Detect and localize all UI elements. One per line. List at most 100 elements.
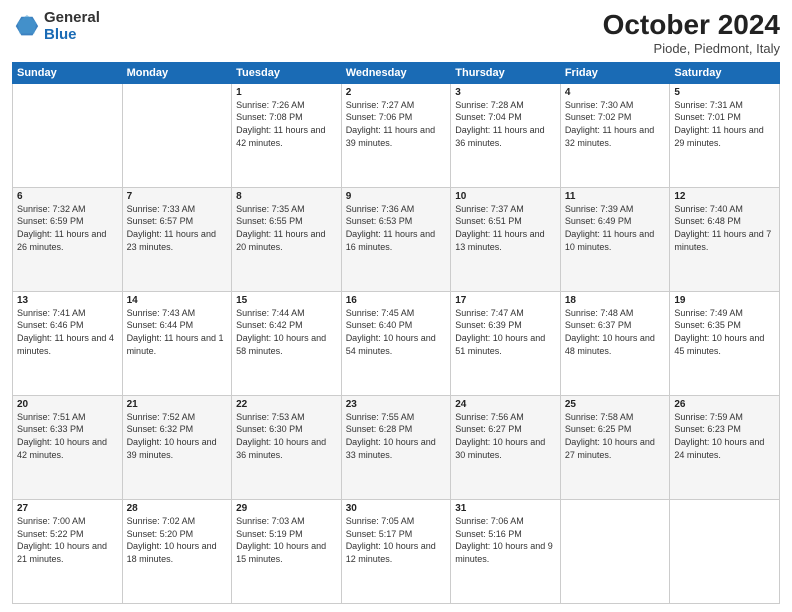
calendar-week-row: 6Sunrise: 7:32 AM Sunset: 6:59 PM Daylig… — [13, 187, 780, 291]
day-info: Sunrise: 7:47 AM Sunset: 6:39 PM Dayligh… — [455, 307, 556, 357]
day-number: 18 — [565, 295, 666, 306]
day-number: 3 — [455, 87, 556, 98]
calendar-day-cell: 26Sunrise: 7:59 AM Sunset: 6:23 PM Dayli… — [670, 395, 780, 499]
day-info: Sunrise: 7:49 AM Sunset: 6:35 PM Dayligh… — [674, 307, 775, 357]
calendar-day-header: Tuesday — [232, 62, 342, 83]
calendar-day-cell — [13, 83, 123, 187]
day-number: 4 — [565, 87, 666, 98]
calendar-day-cell — [560, 499, 670, 603]
day-number: 8 — [236, 191, 337, 202]
day-number: 15 — [236, 295, 337, 306]
calendar-week-row: 20Sunrise: 7:51 AM Sunset: 6:33 PM Dayli… — [13, 395, 780, 499]
calendar-day-cell: 5Sunrise: 7:31 AM Sunset: 7:01 PM Daylig… — [670, 83, 780, 187]
calendar-week-row: 1Sunrise: 7:26 AM Sunset: 7:08 PM Daylig… — [13, 83, 780, 187]
day-number: 5 — [674, 87, 775, 98]
calendar-day-cell: 12Sunrise: 7:40 AM Sunset: 6:48 PM Dayli… — [670, 187, 780, 291]
day-info: Sunrise: 7:05 AM Sunset: 5:17 PM Dayligh… — [346, 515, 447, 565]
calendar-day-header: Monday — [122, 62, 232, 83]
day-info: Sunrise: 7:33 AM Sunset: 6:57 PM Dayligh… — [127, 203, 228, 253]
calendar-day-cell: 17Sunrise: 7:47 AM Sunset: 6:39 PM Dayli… — [451, 291, 561, 395]
day-number: 31 — [455, 503, 556, 514]
main-title: October 2024 — [603, 10, 780, 41]
day-info: Sunrise: 7:55 AM Sunset: 6:28 PM Dayligh… — [346, 411, 447, 461]
calendar-day-cell: 20Sunrise: 7:51 AM Sunset: 6:33 PM Dayli… — [13, 395, 123, 499]
logo-text: General Blue — [44, 10, 100, 43]
header: General Blue October 2024 Piode, Piedmon… — [12, 10, 780, 56]
calendar-day-cell: 10Sunrise: 7:37 AM Sunset: 6:51 PM Dayli… — [451, 187, 561, 291]
calendar-day-header: Sunday — [13, 62, 123, 83]
day-info: Sunrise: 7:00 AM Sunset: 5:22 PM Dayligh… — [17, 515, 118, 565]
calendar-day-cell: 4Sunrise: 7:30 AM Sunset: 7:02 PM Daylig… — [560, 83, 670, 187]
logo-blue-text: Blue — [44, 27, 100, 44]
day-number: 7 — [127, 191, 228, 202]
day-number: 6 — [17, 191, 118, 202]
calendar-day-cell: 7Sunrise: 7:33 AM Sunset: 6:57 PM Daylig… — [122, 187, 232, 291]
day-info: Sunrise: 7:44 AM Sunset: 6:42 PM Dayligh… — [236, 307, 337, 357]
calendar-day-cell: 6Sunrise: 7:32 AM Sunset: 6:59 PM Daylig… — [13, 187, 123, 291]
day-info: Sunrise: 7:39 AM Sunset: 6:49 PM Dayligh… — [565, 203, 666, 253]
calendar-day-cell: 29Sunrise: 7:03 AM Sunset: 5:19 PM Dayli… — [232, 499, 342, 603]
day-info: Sunrise: 7:51 AM Sunset: 6:33 PM Dayligh… — [17, 411, 118, 461]
calendar-day-cell: 21Sunrise: 7:52 AM Sunset: 6:32 PM Dayli… — [122, 395, 232, 499]
day-info: Sunrise: 7:48 AM Sunset: 6:37 PM Dayligh… — [565, 307, 666, 357]
day-info: Sunrise: 7:28 AM Sunset: 7:04 PM Dayligh… — [455, 99, 556, 149]
day-info: Sunrise: 7:27 AM Sunset: 7:06 PM Dayligh… — [346, 99, 447, 149]
day-info: Sunrise: 7:45 AM Sunset: 6:40 PM Dayligh… — [346, 307, 447, 357]
day-number: 28 — [127, 503, 228, 514]
subtitle: Piode, Piedmont, Italy — [603, 41, 780, 56]
calendar-day-cell: 13Sunrise: 7:41 AM Sunset: 6:46 PM Dayli… — [13, 291, 123, 395]
day-number: 2 — [346, 87, 447, 98]
day-number: 22 — [236, 399, 337, 410]
calendar-day-header: Thursday — [451, 62, 561, 83]
calendar-day-cell: 24Sunrise: 7:56 AM Sunset: 6:27 PM Dayli… — [451, 395, 561, 499]
page: General Blue October 2024 Piode, Piedmon… — [0, 0, 792, 612]
calendar-day-cell: 1Sunrise: 7:26 AM Sunset: 7:08 PM Daylig… — [232, 83, 342, 187]
day-info: Sunrise: 7:40 AM Sunset: 6:48 PM Dayligh… — [674, 203, 775, 253]
day-number: 24 — [455, 399, 556, 410]
day-info: Sunrise: 7:30 AM Sunset: 7:02 PM Dayligh… — [565, 99, 666, 149]
day-number: 23 — [346, 399, 447, 410]
calendar-day-cell: 9Sunrise: 7:36 AM Sunset: 6:53 PM Daylig… — [341, 187, 451, 291]
day-info: Sunrise: 7:36 AM Sunset: 6:53 PM Dayligh… — [346, 203, 447, 253]
calendar-day-cell — [670, 499, 780, 603]
day-info: Sunrise: 7:03 AM Sunset: 5:19 PM Dayligh… — [236, 515, 337, 565]
day-number: 26 — [674, 399, 775, 410]
day-info: Sunrise: 7:31 AM Sunset: 7:01 PM Dayligh… — [674, 99, 775, 149]
calendar-day-cell: 3Sunrise: 7:28 AM Sunset: 7:04 PM Daylig… — [451, 83, 561, 187]
day-info: Sunrise: 7:26 AM Sunset: 7:08 PM Dayligh… — [236, 99, 337, 149]
logo: General Blue — [12, 10, 100, 43]
day-info: Sunrise: 7:59 AM Sunset: 6:23 PM Dayligh… — [674, 411, 775, 461]
day-number: 10 — [455, 191, 556, 202]
calendar-day-cell: 15Sunrise: 7:44 AM Sunset: 6:42 PM Dayli… — [232, 291, 342, 395]
day-number: 20 — [17, 399, 118, 410]
calendar-table: SundayMondayTuesdayWednesdayThursdayFrid… — [12, 62, 780, 604]
calendar-day-cell: 28Sunrise: 7:02 AM Sunset: 5:20 PM Dayli… — [122, 499, 232, 603]
day-number: 21 — [127, 399, 228, 410]
calendar-day-cell: 8Sunrise: 7:35 AM Sunset: 6:55 PM Daylig… — [232, 187, 342, 291]
day-number: 30 — [346, 503, 447, 514]
calendar-day-cell: 16Sunrise: 7:45 AM Sunset: 6:40 PM Dayli… — [341, 291, 451, 395]
calendar-day-header: Friday — [560, 62, 670, 83]
day-info: Sunrise: 7:52 AM Sunset: 6:32 PM Dayligh… — [127, 411, 228, 461]
calendar-day-cell: 23Sunrise: 7:55 AM Sunset: 6:28 PM Dayli… — [341, 395, 451, 499]
calendar-week-row: 27Sunrise: 7:00 AM Sunset: 5:22 PM Dayli… — [13, 499, 780, 603]
calendar-day-cell: 25Sunrise: 7:58 AM Sunset: 6:25 PM Dayli… — [560, 395, 670, 499]
day-info: Sunrise: 7:53 AM Sunset: 6:30 PM Dayligh… — [236, 411, 337, 461]
calendar-day-cell: 19Sunrise: 7:49 AM Sunset: 6:35 PM Dayli… — [670, 291, 780, 395]
calendar-day-cell: 31Sunrise: 7:06 AM Sunset: 5:16 PM Dayli… — [451, 499, 561, 603]
day-number: 13 — [17, 295, 118, 306]
calendar-header-row: SundayMondayTuesdayWednesdayThursdayFrid… — [13, 62, 780, 83]
day-number: 1 — [236, 87, 337, 98]
calendar-day-cell: 14Sunrise: 7:43 AM Sunset: 6:44 PM Dayli… — [122, 291, 232, 395]
day-number: 11 — [565, 191, 666, 202]
calendar-day-cell — [122, 83, 232, 187]
day-number: 27 — [17, 503, 118, 514]
day-info: Sunrise: 7:02 AM Sunset: 5:20 PM Dayligh… — [127, 515, 228, 565]
calendar-day-cell: 11Sunrise: 7:39 AM Sunset: 6:49 PM Dayli… — [560, 187, 670, 291]
calendar-day-cell: 30Sunrise: 7:05 AM Sunset: 5:17 PM Dayli… — [341, 499, 451, 603]
day-info: Sunrise: 7:06 AM Sunset: 5:16 PM Dayligh… — [455, 515, 556, 565]
calendar-day-cell: 2Sunrise: 7:27 AM Sunset: 7:06 PM Daylig… — [341, 83, 451, 187]
day-info: Sunrise: 7:41 AM Sunset: 6:46 PM Dayligh… — [17, 307, 118, 357]
calendar-day-header: Saturday — [670, 62, 780, 83]
day-number: 14 — [127, 295, 228, 306]
